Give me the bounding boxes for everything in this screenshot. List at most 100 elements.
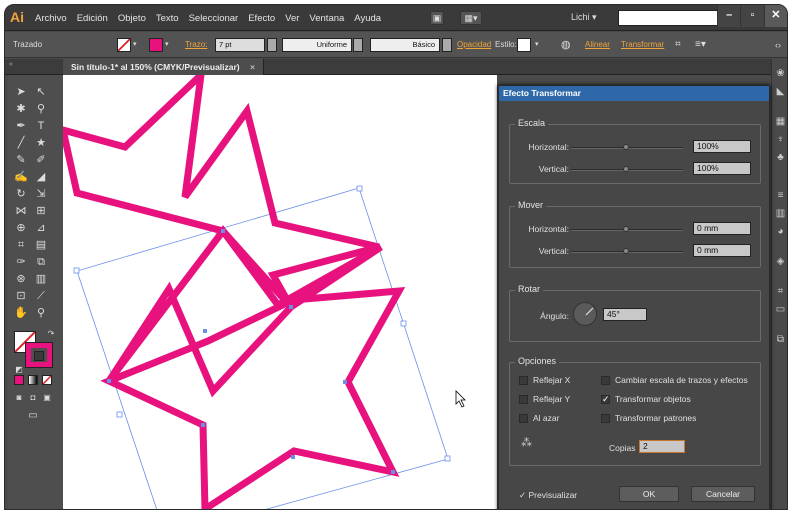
search-input[interactable] bbox=[618, 10, 730, 26]
pathfinder-panel-icon[interactable]: ⧉ bbox=[774, 333, 787, 346]
scale-horizontal-field[interactable]: 100% bbox=[693, 140, 751, 153]
expand-icon[interactable]: ‹› bbox=[775, 38, 781, 52]
shape-builder-tool-icon[interactable]: ⊕ bbox=[14, 221, 28, 235]
swap-fill-stroke-icon[interactable]: ↷ bbox=[44, 327, 58, 341]
move-horizontal-field[interactable]: 0 mm bbox=[693, 222, 751, 235]
stroke-link[interactable]: Trazo: bbox=[185, 38, 207, 52]
zoom-tool-icon[interactable]: ⚲ bbox=[34, 306, 48, 320]
move-horizontal-knob[interactable] bbox=[623, 226, 629, 232]
pencil-tool-icon[interactable]: ✐ bbox=[34, 153, 48, 167]
scale-vertical-knob[interactable] bbox=[623, 166, 629, 172]
symbols-panel-icon[interactable]: ♣ bbox=[774, 151, 787, 164]
random-checkbox[interactable] bbox=[519, 414, 528, 423]
preview-checkbox[interactable]: ✓ Previsualizar bbox=[519, 490, 577, 501]
reference-point-icon[interactable]: ⁂ bbox=[521, 436, 535, 450]
menu-ayuda[interactable]: Ayuda bbox=[354, 13, 387, 24]
color-guide-icon[interactable]: ◣ bbox=[774, 85, 787, 98]
brush-definition[interactable]: Básico bbox=[370, 38, 440, 52]
stroke-indicator[interactable] bbox=[25, 342, 53, 368]
stroke-dropdown-icon[interactable]: ▾ bbox=[165, 38, 169, 52]
angle-dial[interactable] bbox=[573, 302, 597, 326]
reflect-y-checkbox[interactable] bbox=[519, 395, 528, 404]
style-dropdown-icon[interactable]: ▾ bbox=[535, 38, 539, 52]
panel-menu-icon[interactable]: ≡▾ bbox=[695, 38, 706, 52]
eyedropper-tool-icon[interactable]: ✑ bbox=[14, 255, 28, 269]
graphic-style-swatch[interactable] bbox=[517, 38, 531, 52]
scale-horizontal-slider[interactable] bbox=[571, 144, 683, 150]
menu-efecto[interactable]: Efecto bbox=[248, 13, 281, 24]
stroke-swatch[interactable] bbox=[149, 38, 163, 52]
pen-tool-icon[interactable]: ✒ bbox=[14, 119, 28, 133]
layers-panel-icon[interactable]: ◈ bbox=[774, 255, 787, 268]
workspace-switcher[interactable]: Lichi ▾ bbox=[571, 12, 597, 23]
collapse-toolbox-icon[interactable]: « bbox=[9, 61, 13, 68]
menu-ver[interactable]: Ver bbox=[285, 13, 305, 24]
recolor-icon[interactable]: ◍ bbox=[561, 38, 571, 52]
copies-field[interactable]: 2 bbox=[639, 440, 685, 453]
reflect-x-checkbox[interactable] bbox=[519, 376, 528, 385]
bridge-icon[interactable]: ▣ bbox=[430, 11, 444, 25]
move-vertical-knob[interactable] bbox=[623, 248, 629, 254]
line-tool-icon[interactable]: ╱ bbox=[14, 136, 28, 150]
angle-field[interactable]: 45° bbox=[603, 308, 647, 321]
dialog-title[interactable]: Efecto Transformar bbox=[499, 86, 769, 101]
width-tool-icon[interactable]: ⋈ bbox=[14, 204, 28, 218]
arrange-documents-icon[interactable]: ▦▾ bbox=[460, 11, 482, 25]
move-vertical-field[interactable]: 0 mm bbox=[693, 244, 751, 257]
scale-vertical-field[interactable]: 100% bbox=[693, 162, 751, 175]
transparency-panel-icon[interactable]: ◕ bbox=[774, 225, 787, 238]
isolate-icon[interactable]: ⌗ bbox=[675, 38, 681, 52]
transform-objects-checkbox[interactable]: ✓ bbox=[601, 395, 610, 404]
stroke-weight-field[interactable]: 7 pt bbox=[215, 38, 265, 52]
profile-dropdown[interactable] bbox=[353, 38, 363, 52]
cancel-button[interactable]: Cancelar bbox=[691, 486, 755, 502]
perspective-grid-tool-icon[interactable]: ⊿ bbox=[34, 221, 48, 235]
scale-horizontal-knob[interactable] bbox=[623, 144, 629, 150]
none-mode-icon[interactable] bbox=[42, 375, 52, 385]
free-transform-tool-icon[interactable]: ⊞ bbox=[34, 204, 48, 218]
paintbrush-tool-icon[interactable]: ✎ bbox=[14, 153, 28, 167]
stroke-panel-icon[interactable]: ≡ bbox=[774, 189, 787, 202]
screen-mode-icon[interactable]: ▭ bbox=[26, 409, 40, 423]
hand-tool-icon[interactable]: ✋ bbox=[14, 306, 28, 320]
color-panel-icon[interactable]: ❀ bbox=[774, 67, 787, 80]
scale-vertical-slider[interactable] bbox=[571, 166, 683, 172]
menu-texto[interactable]: Texto bbox=[156, 13, 185, 24]
scale-tool-icon[interactable]: ⇲ bbox=[34, 187, 48, 201]
menu-seleccionar[interactable]: Seleccionar bbox=[189, 13, 245, 24]
type-tool-icon[interactable]: T bbox=[34, 119, 48, 133]
document-tab[interactable]: Sin título-1* al 150% (CMYK/Previsualiza… bbox=[63, 59, 264, 75]
move-vertical-slider[interactable] bbox=[571, 248, 683, 254]
direct-selection-tool-icon[interactable]: ↖ bbox=[34, 85, 48, 99]
slice-tool-icon[interactable]: ⟋ bbox=[34, 289, 48, 303]
fill-swatch[interactable] bbox=[117, 38, 131, 52]
close-button[interactable]: ✕ bbox=[763, 5, 787, 27]
lasso-tool-icon[interactable]: ⚲ bbox=[34, 102, 48, 116]
brush-dropdown[interactable] bbox=[442, 38, 452, 52]
artboard-canvas[interactable] bbox=[63, 75, 497, 509]
transform-panel-icon[interactable]: ▭ bbox=[774, 303, 787, 316]
align-panel-icon[interactable]: ⌗ bbox=[774, 285, 787, 298]
stroke-weight-dropdown[interactable] bbox=[267, 38, 277, 52]
scale-strokes-checkbox[interactable] bbox=[601, 376, 610, 385]
gradient-tool-icon[interactable]: ▤ bbox=[34, 238, 48, 252]
selection-tool-icon[interactable]: ➤ bbox=[14, 85, 28, 99]
move-horizontal-slider[interactable] bbox=[571, 226, 683, 232]
artboard-tool-icon[interactable]: ⊡ bbox=[14, 289, 28, 303]
menu-ventana[interactable]: Ventana bbox=[309, 13, 350, 24]
opacity-link[interactable]: Opacidad bbox=[457, 38, 491, 52]
variable-width-profile[interactable]: Uniforme bbox=[282, 38, 352, 52]
blend-tool-icon[interactable]: ⧉ bbox=[34, 255, 48, 269]
star-tool-icon[interactable]: ★ bbox=[34, 136, 48, 150]
swatches-panel-icon[interactable]: ▦ bbox=[774, 115, 787, 128]
rotate-tool-icon[interactable]: ↻ bbox=[14, 187, 28, 201]
magic-wand-tool-icon[interactable]: ✱ bbox=[14, 102, 28, 116]
ok-button[interactable]: OK bbox=[619, 486, 679, 502]
fill-dropdown-icon[interactable]: ▾ bbox=[133, 38, 137, 52]
brushes-panel-icon[interactable]: ♆ bbox=[774, 133, 787, 146]
close-tab-icon[interactable]: × bbox=[250, 62, 255, 72]
gradient-panel-icon[interactable]: ▥ bbox=[774, 207, 787, 220]
eraser-tool-icon[interactable]: ◢ bbox=[34, 170, 48, 184]
menu-objeto[interactable]: Objeto bbox=[118, 13, 152, 24]
draw-behind-icon[interactable]: ◘ bbox=[26, 391, 40, 405]
